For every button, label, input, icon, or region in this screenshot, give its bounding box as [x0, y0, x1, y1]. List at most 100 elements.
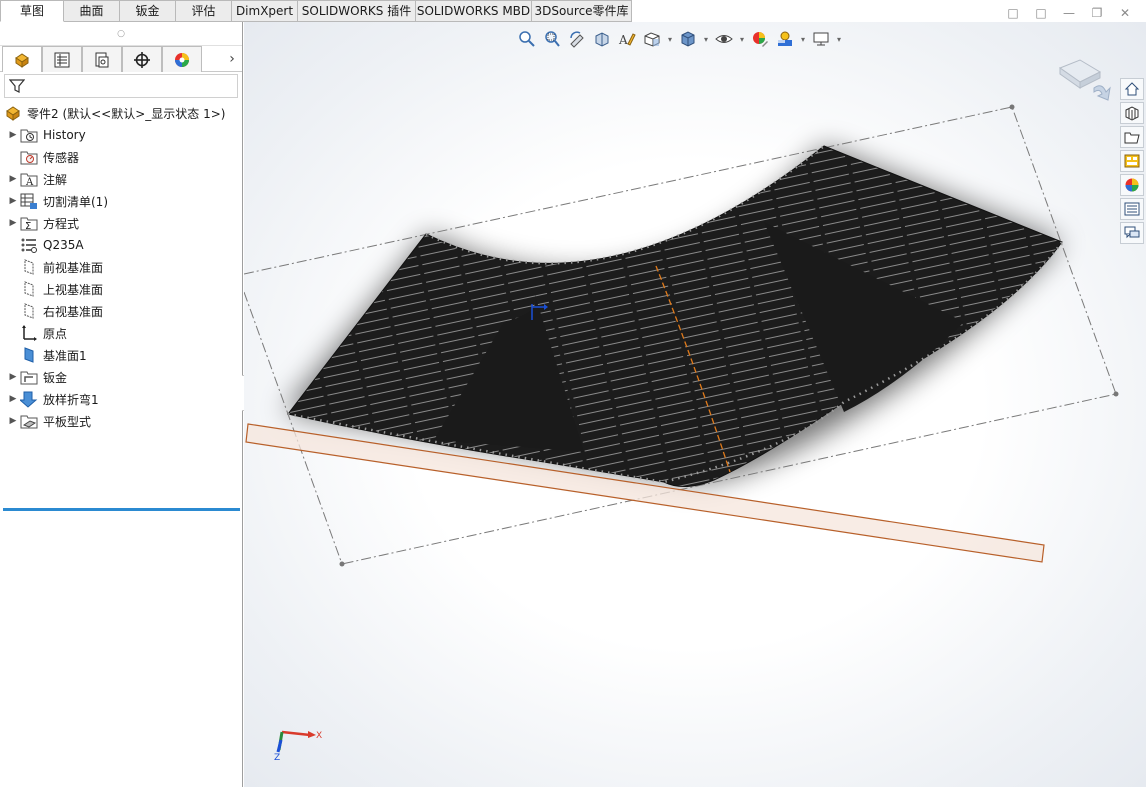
tree-item-plane1[interactable]: 基准面1 [0, 344, 242, 366]
task-pane-file-explorer[interactable] [1120, 126, 1144, 148]
tree-item-label: 基准面1 [43, 348, 87, 363]
tree-item-label: 右视基准面 [43, 304, 104, 319]
tab-sketch[interactable]: 草图 [0, 0, 64, 22]
expand-arrow-icon[interactable]: ▶ [6, 130, 20, 140]
display-manager-icon [175, 52, 189, 67]
dynamic-annotation-icon: A [618, 33, 636, 47]
manager-tabs: › [0, 46, 242, 72]
rollback-bar[interactable] [3, 508, 240, 511]
command-manager-tabs: 草图 曲面 钣金 评估 DimXpert SOLIDWORKS 插件 SOLID… [0, 0, 640, 22]
tab-solidworks-mbd[interactable]: SOLIDWORKS MBD [416, 0, 532, 22]
sensor-icon [20, 151, 38, 165]
minimize-icon[interactable]: — [1062, 6, 1076, 20]
tree-item-lofted-bend[interactable]: ▶ 放样折弯1 [0, 388, 242, 410]
view-cube-icon[interactable] [1054, 58, 1114, 108]
tab-surfaces[interactable]: 曲面 [64, 0, 120, 22]
tab-solidworks-addins[interactable]: SOLIDWORKS 插件 [298, 0, 416, 22]
dropdown-arrow-icon[interactable]: ▾ [666, 35, 674, 44]
close-icon[interactable]: ✕ [1118, 6, 1132, 20]
task-pane-tabs [1120, 78, 1144, 244]
zoom-to-fit-button[interactable] [516, 28, 538, 50]
zoom-to-area-button[interactable] [541, 28, 563, 50]
expand-arrow-icon[interactable]: ▶ [6, 196, 20, 206]
tree-item-label: 方程式 [43, 216, 80, 231]
tree-item-sensors[interactable]: 传感器 [0, 146, 242, 168]
part-icon [6, 106, 20, 121]
dropdown-arrow-icon[interactable]: ▾ [702, 35, 710, 44]
prev-window-icon[interactable]: □ [1006, 6, 1020, 20]
dropdown-arrow-icon[interactable]: ▾ [738, 35, 746, 44]
configuration-manager-tab[interactable] [82, 46, 122, 72]
previous-view-button[interactable] [566, 28, 588, 50]
edit-appearance-icon [753, 32, 768, 47]
more-tabs-chevron-icon[interactable]: › [222, 46, 242, 71]
task-pane-design-library[interactable] [1120, 102, 1144, 124]
feature-manager-tab[interactable] [2, 46, 42, 72]
tree-root-part[interactable]: 零件2 (默认<<默认>_显示状态 1>) [0, 102, 242, 124]
task-pane-view-palette[interactable] [1120, 150, 1144, 172]
task-pane-custom-properties[interactable] [1120, 198, 1144, 220]
tree-item-front-plane[interactable]: 前视基准面 [0, 256, 242, 278]
tab-sheet-metal[interactable]: 钣金 [120, 0, 176, 22]
task-pane-forum[interactable] [1120, 222, 1144, 244]
corner-point [1113, 391, 1119, 397]
reference-triad: X Z [274, 730, 322, 763]
model-view[interactable] [244, 22, 1146, 787]
lofted-bend-icon [20, 391, 38, 408]
property-manager-tab[interactable] [42, 46, 82, 72]
x-axis-label: X [316, 731, 322, 741]
zoom-to-fit-icon [519, 31, 535, 47]
tab-dimxpert[interactable]: DimXpert [232, 0, 298, 22]
expand-arrow-icon[interactable]: ▶ [6, 416, 20, 426]
dropdown-arrow-icon[interactable]: ▾ [835, 35, 843, 44]
tree-item-origin[interactable]: 原点 [0, 322, 242, 344]
tree-item-right-plane[interactable]: 右视基准面 [0, 300, 242, 322]
expand-arrow-icon[interactable]: ▶ [6, 218, 20, 228]
display-manager-tab[interactable] [162, 46, 202, 72]
tree-item-material[interactable]: Q235A [0, 234, 242, 256]
tree-filter[interactable] [4, 74, 238, 98]
feature-tree: 零件2 (默认<<默认>_显示状态 1>) ▶ History 传感器 ▶ A … [0, 100, 242, 511]
custom-properties-icon [1124, 202, 1140, 216]
heads-up-view-toolbar: A ▾ ▾ ▾ ▾ ▾ [516, 28, 843, 50]
x-axis [281, 730, 311, 737]
tree-item-cut-list[interactable]: ▶ 切割清单(1) [0, 190, 242, 212]
section-view-button[interactable] [591, 28, 613, 50]
tree-item-flat-pattern[interactable]: ▶ 平板型式 [0, 410, 242, 432]
expand-arrow-icon[interactable]: ▶ [6, 394, 20, 404]
edit-appearance-button[interactable] [749, 28, 771, 50]
next-window-icon[interactable]: □ [1034, 6, 1048, 20]
tree-item-top-plane[interactable]: 上视基准面 [0, 278, 242, 300]
tree-item-sheet-metal[interactable]: ▶ 钣金 [0, 366, 242, 388]
zoom-to-area-icon [545, 31, 560, 47]
view-palette-icon [1124, 154, 1140, 168]
tab-evaluate[interactable]: 评估 [176, 0, 232, 22]
tree-item-history[interactable]: ▶ History [0, 124, 242, 146]
view-settings-button[interactable] [810, 28, 832, 50]
restore-icon[interactable]: ❐ [1090, 6, 1104, 20]
tree-item-equations[interactable]: ▶ Σ 方程式 [0, 212, 242, 234]
feature-manager-panel: ○ › 零件2 (默认<<默认>_显示状态 1>) ▶ History 传感器 … [0, 22, 243, 787]
display-style-icon [681, 31, 695, 47]
view-orientation-button[interactable] [641, 28, 663, 50]
tree-item-annotations[interactable]: ▶ A 注解 [0, 168, 242, 190]
panel-grip[interactable]: ○ [0, 22, 242, 46]
dimxpert-manager-tab[interactable] [122, 46, 162, 72]
dropdown-arrow-icon[interactable]: ▾ [799, 35, 807, 44]
tree-item-label: 注解 [43, 172, 68, 187]
task-pane-appearances[interactable] [1120, 174, 1144, 196]
apply-scene-button[interactable] [774, 28, 796, 50]
graphics-area[interactable]: A ▾ ▾ ▾ ▾ ▾ X Z [244, 22, 1146, 787]
filter-icon [9, 79, 25, 93]
window-controls: □ □ — ❐ ✕ [1006, 6, 1132, 20]
tab-3dsource[interactable]: 3DSource零件库 [532, 0, 632, 22]
task-pane-home[interactable] [1120, 78, 1144, 100]
dynamic-annotation-button[interactable]: A [616, 28, 638, 50]
expand-arrow-icon[interactable]: ▶ [6, 174, 20, 184]
corner-point [1009, 104, 1015, 110]
expand-arrow-icon[interactable]: ▶ [6, 372, 20, 382]
hide-show-items-button[interactable] [713, 28, 735, 50]
home-icon [1124, 82, 1140, 96]
corner-point [339, 561, 345, 567]
display-style-button[interactable] [677, 28, 699, 50]
